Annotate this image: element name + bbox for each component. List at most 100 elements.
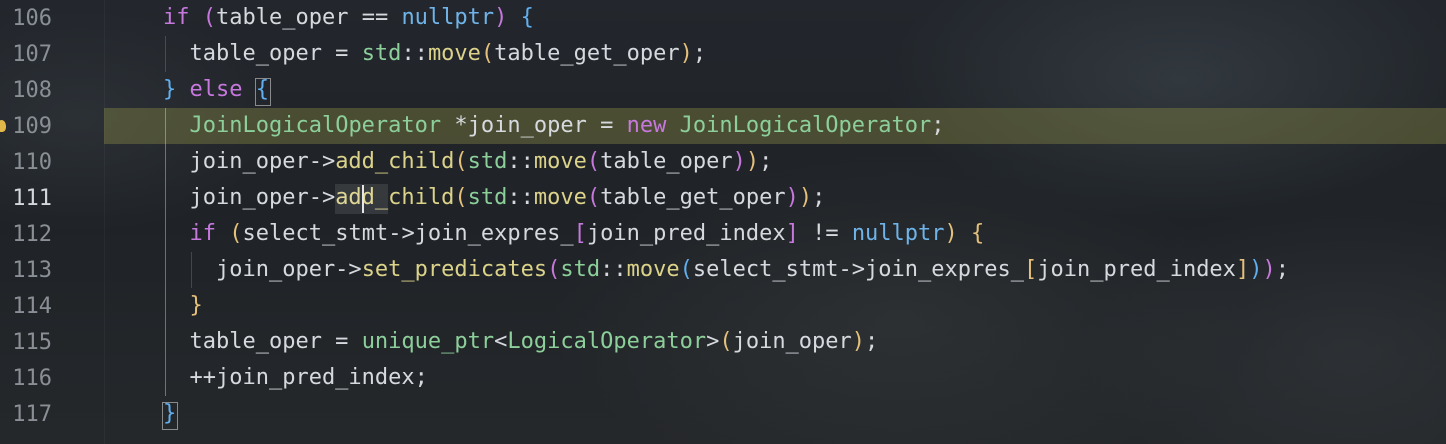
indent-guide: [191, 252, 193, 288]
code-line[interactable]: 117}: [0, 396, 1446, 432]
code-token: table_oper =: [163, 41, 362, 66]
code-token: JoinLogicalOperator: [189, 113, 442, 138]
code-token: ): [745, 149, 760, 174]
code-token: ): [1249, 257, 1263, 282]
line-number[interactable]: 117: [0, 402, 52, 427]
code-token: table_get_oper: [494, 41, 680, 66]
code-token: ): [798, 185, 813, 210]
code-token: move: [533, 185, 587, 210]
code-token: join_pred_index: [586, 221, 786, 246]
code-token: else: [189, 77, 243, 102]
line-number[interactable]: 112: [0, 222, 52, 247]
code-text[interactable]: table_oper = unique_ptr<LogicalOperator>…: [163, 324, 878, 360]
code-token: ;: [865, 329, 879, 354]
code-token: ): [785, 185, 799, 210]
code-token: table_get_oper: [600, 185, 786, 210]
code-token: ): [944, 221, 958, 246]
code-token: {: [520, 5, 534, 30]
line-number[interactable]: 107: [0, 42, 52, 67]
code-token: new: [626, 113, 667, 138]
code-line[interactable]: 107 table_oper = std::move(table_get_ope…: [0, 36, 1446, 72]
code-token: *join_oper =: [441, 113, 627, 138]
line-number[interactable]: 108: [0, 78, 52, 103]
code-token: [: [1024, 257, 1038, 282]
code-text[interactable]: if (table_oper == nullptr) {: [163, 0, 534, 36]
code-token: table_oper: [600, 149, 733, 174]
code-token: LogicalOperator: [507, 329, 707, 354]
code-token: ): [851, 329, 866, 354]
line-number[interactable]: 113: [0, 258, 52, 283]
code-text[interactable]: if (select_stmt->join_expres_[join_pred_…: [163, 216, 985, 252]
code-text[interactable]: join_oper->add_child(std::move(table_get…: [163, 180, 825, 216]
code-token: table_oper =: [163, 329, 362, 354]
code-token: (: [229, 221, 243, 246]
code-token: >: [706, 329, 720, 354]
code-token: join_pred_index: [1037, 257, 1236, 282]
code-text[interactable]: join_oper->set_predicates(std::move(sele…: [163, 252, 1289, 288]
code-token: ++join_pred_index;: [163, 365, 428, 390]
code-line[interactable]: 113 join_oper->set_predicates(std::move(…: [0, 252, 1446, 288]
code-token: (: [719, 329, 733, 354]
code-token: table_oper ==: [216, 5, 402, 30]
indent-guide: [165, 36, 166, 72]
code-token: JoinLogicalOperator: [679, 113, 932, 138]
line-number[interactable]: 116: [0, 366, 52, 391]
code-token: !=: [798, 221, 852, 246]
code-line[interactable]: 114 }: [0, 288, 1446, 324]
code-token: select_stmt->join_expres_: [692, 257, 1024, 282]
code-token: add_child: [335, 149, 455, 174]
line-number[interactable]: 111: [0, 186, 52, 211]
code-line[interactable]: 112 if (select_stmt->join_expres_[join_p…: [0, 216, 1446, 252]
code-token: (: [202, 5, 216, 30]
code-text[interactable]: JoinLogicalOperator *join_oper = new Joi…: [163, 108, 945, 144]
code-token: ): [494, 5, 508, 30]
lightbulb-icon[interactable]: [0, 120, 6, 132]
code-token: ;: [1275, 257, 1289, 282]
code-token: (: [679, 257, 693, 282]
matching-bracket-highlight: [254, 78, 271, 106]
code-line[interactable]: 108 } else {: [0, 72, 1446, 108]
line-number[interactable]: 114: [0, 294, 52, 319]
code-text[interactable]: join_oper->add_child(std::move(table_ope…: [163, 144, 772, 180]
code-token: ): [732, 149, 746, 174]
code-token: ;: [692, 41, 707, 66]
code-token: join_oper->: [163, 185, 336, 210]
code-line[interactable]: 116 ++join_pred_index;: [0, 360, 1446, 396]
code-line[interactable]: 110 join_oper->add_child(std::move(table…: [0, 144, 1446, 180]
code-line[interactable]: 111 join_oper->add_child(std::move(table…: [0, 180, 1446, 216]
code-token: ]: [1235, 257, 1250, 282]
code-token: {: [971, 221, 985, 246]
code-token: (: [480, 41, 495, 66]
code-line[interactable]: 106 if (table_oper == nullptr) {: [0, 0, 1446, 36]
code-text[interactable]: ++join_pred_index;: [163, 360, 428, 396]
code-token: ): [679, 41, 693, 66]
code-token: move: [626, 257, 680, 282]
line-number[interactable]: 110: [0, 150, 52, 175]
code-editor[interactable]: 106 if (table_oper == nullptr) {107 table…: [0, 0, 1446, 444]
code-text[interactable]: table_oper = std::move(table_get_oper);: [163, 36, 706, 72]
line-number[interactable]: 109: [0, 114, 52, 139]
indent-guide: [165, 108, 166, 396]
code-token: move: [427, 41, 481, 66]
code-text[interactable]: } else {: [163, 72, 269, 108]
code-token: ]: [785, 221, 799, 246]
code-line[interactable]: 109 JoinLogicalOperator *join_oper = new…: [0, 108, 1446, 144]
line-number[interactable]: 106: [0, 6, 52, 31]
line-number[interactable]: 115: [0, 330, 52, 355]
code-text[interactable]: }: [163, 288, 203, 324]
code-token: <: [494, 329, 508, 354]
code-token: (: [454, 149, 468, 174]
code-token: unique_ptr: [361, 329, 495, 354]
code-token: std: [560, 257, 601, 282]
code-token: ;: [931, 113, 945, 138]
code-token: (: [547, 257, 561, 282]
code-line[interactable]: 115 table_oper = unique_ptr<LogicalOpera…: [0, 324, 1446, 360]
code-token: (: [586, 149, 601, 174]
